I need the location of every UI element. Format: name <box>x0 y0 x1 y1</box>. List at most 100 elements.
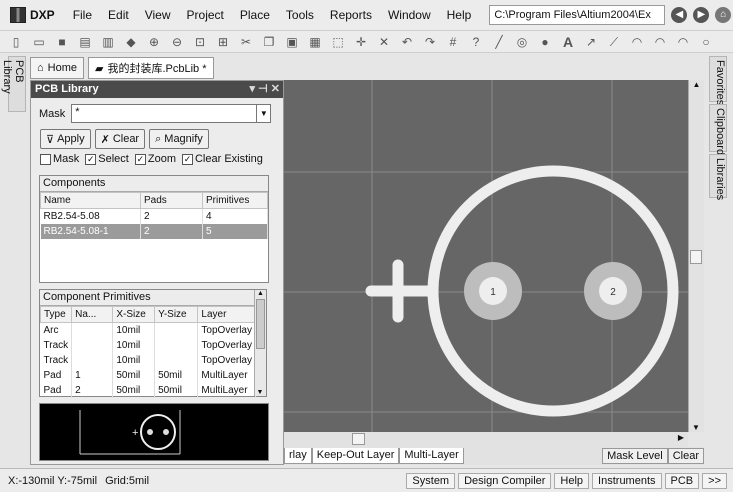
dimension-icon[interactable]: ⟋ <box>606 34 622 50</box>
col-type[interactable]: Type <box>39 306 73 323</box>
via-icon[interactable]: ● <box>537 34 553 50</box>
table-row[interactable]: Pad 1 50mil 50mil MultiLayer <box>40 367 256 383</box>
instruments-button[interactable]: Instruments <box>592 472 662 489</box>
tab-home[interactable]: ⌂ Home <box>30 57 84 79</box>
copy-icon[interactable]: ❐ <box>261 34 277 50</box>
scroll-down-icon[interactable]: ▼ <box>689 423 703 432</box>
arc-edge-icon[interactable]: ◠ <box>652 34 668 50</box>
table-row[interactable]: RB2.54-5.08 2 4 <box>40 208 268 224</box>
zoom-area-icon[interactable]: ⊞ <box>215 34 231 50</box>
select-checkbox[interactable]: ✓ Select <box>85 153 129 165</box>
select-area-icon[interactable]: ⬚ <box>330 34 346 50</box>
pad-icon[interactable]: ◎ <box>514 34 530 50</box>
clear-existing-checkbox-box[interactable]: ✓ <box>181 153 193 165</box>
primitives-scrollbar[interactable]: ▲ ▼ <box>254 290 266 396</box>
mask-checkbox-box[interactable] <box>40 153 51 165</box>
grid-icon[interactable]: # <box>445 34 461 50</box>
table-row[interactable]: Track 10mil TopOverlay <box>40 337 256 353</box>
menu-edit[interactable]: Edit <box>100 8 137 22</box>
col-ysize[interactable]: Y-Size <box>154 306 199 323</box>
mask-input[interactable]: * ▼ <box>71 104 272 123</box>
select-checkbox-box[interactable]: ✓ <box>85 153 97 165</box>
panel-menu-icon[interactable]: ▾ <box>250 83 256 95</box>
pcb-library-side-tab[interactable]: PCB Library <box>1 56 26 112</box>
menu-project[interactable]: Project <box>179 8 232 22</box>
scroll-up-icon[interactable]: ▲ <box>255 290 266 297</box>
clipboard-side-tab[interactable]: Clipboard <box>709 104 727 155</box>
pin-icon[interactable]: ⊣ <box>258 83 268 95</box>
zoom-out-icon[interactable]: ⊖ <box>169 34 185 50</box>
horizontal-scroll-thumb[interactable] <box>352 433 365 445</box>
chevron-down-icon[interactable]: ▼ <box>256 105 270 122</box>
string-icon[interactable]: A <box>560 34 576 50</box>
col-primitives[interactable]: Primitives <box>202 192 268 209</box>
zoom-fit-icon[interactable]: ⊡ <box>192 34 208 50</box>
print-icon[interactable]: ▤ <box>77 34 93 50</box>
menu-window[interactable]: Window <box>380 8 439 22</box>
paste-icon[interactable]: ▣ <box>284 34 300 50</box>
help-button[interactable]: Help <box>554 472 590 489</box>
move-icon[interactable]: ✛ <box>353 34 369 50</box>
magnify-button[interactable]: ⌕ Magnify <box>149 129 209 149</box>
cut-icon[interactable]: ✂ <box>238 34 254 50</box>
deselect-icon[interactable]: ✕ <box>376 34 392 50</box>
rubber-stamp-icon[interactable]: ▦ <box>307 34 323 50</box>
browse-icon[interactable]: ◆ <box>123 34 139 50</box>
layer-tab-multi-layer[interactable]: Multi-Layer <box>399 448 464 464</box>
pcb-canvas[interactable]: 1 2 <box>284 80 688 432</box>
table-row[interactable]: Pad 2 50mil 50mil MultiLayer <box>40 382 256 398</box>
clear-existing-checkbox[interactable]: ✓ Clear Existing <box>181 153 263 165</box>
pcb-button[interactable]: PCB <box>664 472 700 489</box>
col-layer[interactable]: Layer <box>197 306 256 323</box>
col-name[interactable]: Name <box>40 192 141 209</box>
help-icon[interactable]: ? <box>468 34 484 50</box>
system-button[interactable]: System <box>406 472 456 489</box>
col-name[interactable]: Na... <box>71 306 114 323</box>
print-preview-icon[interactable]: ▥ <box>100 34 116 50</box>
mask-level-button[interactable]: Mask Level <box>602 448 668 464</box>
favorites-side-tab[interactable]: Favorites <box>709 56 727 105</box>
path-combobox[interactable]: C:\Program Files\Altium2004\Ex <box>489 5 666 25</box>
zoom-in-icon[interactable]: ⊕ <box>146 34 162 50</box>
line-icon[interactable]: ╱ <box>491 34 507 50</box>
design-compiler-button[interactable]: Design Compiler <box>458 472 552 489</box>
menu-place[interactable]: Place <box>232 8 278 22</box>
home-nav-icon[interactable]: ⌂ <box>715 7 732 23</box>
forward-icon[interactable]: ▶ <box>693 7 710 23</box>
app-name[interactable]: DXP <box>30 8 55 22</box>
menu-reports[interactable]: Reports <box>322 8 380 22</box>
col-xsize[interactable]: X-Size <box>112 306 156 323</box>
clear-layer-button[interactable]: Clear <box>667 448 704 464</box>
apply-button[interactable]: ⊽ Apply <box>40 129 91 149</box>
save-icon[interactable]: ■ <box>54 34 70 50</box>
menu-help[interactable]: Help <box>439 8 480 22</box>
redo-icon[interactable]: ↷ <box>422 34 438 50</box>
tab-pcblib[interactable]: ▰ 我的封装库.PcbLib * <box>88 57 214 79</box>
col-pads[interactable]: Pads <box>140 192 203 209</box>
libraries-side-tab[interactable]: Libraries <box>709 154 727 200</box>
back-icon[interactable]: ◀ <box>671 7 688 23</box>
arc-center-icon[interactable]: ◠ <box>629 34 645 50</box>
layer-tab-keep-out[interactable]: Keep-Out Layer <box>311 448 400 464</box>
table-row[interactable]: RB2.54-5.08-1 2 5 <box>40 223 268 239</box>
vertical-scroll-thumb[interactable] <box>690 250 702 264</box>
table-row[interactable]: Arc 10mil TopOverlay <box>40 322 256 338</box>
menu-view[interactable]: View <box>137 8 179 22</box>
app-logo-icon[interactable] <box>10 7 26 23</box>
mask-checkbox[interactable]: Mask <box>40 153 79 165</box>
scroll-down-icon[interactable]: ▼ <box>255 389 265 396</box>
new-icon[interactable]: ▯ <box>8 34 24 50</box>
close-icon[interactable]: ✕ <box>271 83 280 95</box>
open-icon[interactable]: ▭ <box>31 34 47 50</box>
coordinate-icon[interactable]: ↗ <box>583 34 599 50</box>
zoom-checkbox-box[interactable]: ✓ <box>134 153 146 165</box>
zoom-checkbox[interactable]: ✓ Zoom <box>134 153 176 165</box>
scroll-up-icon[interactable]: ▲ <box>689 80 704 89</box>
undo-icon[interactable]: ↶ <box>399 34 415 50</box>
vertical-scrollbar[interactable]: ▲ ▼ <box>688 80 704 432</box>
scroll-thumb[interactable] <box>256 299 265 349</box>
footprint-drawing[interactable]: 1 2 <box>284 80 688 432</box>
clear-button[interactable]: ✗ Clear <box>94 129 146 149</box>
scroll-right-icon[interactable]: ▶ <box>678 433 684 442</box>
horizontal-scrollbar[interactable]: ▶ <box>284 432 688 447</box>
